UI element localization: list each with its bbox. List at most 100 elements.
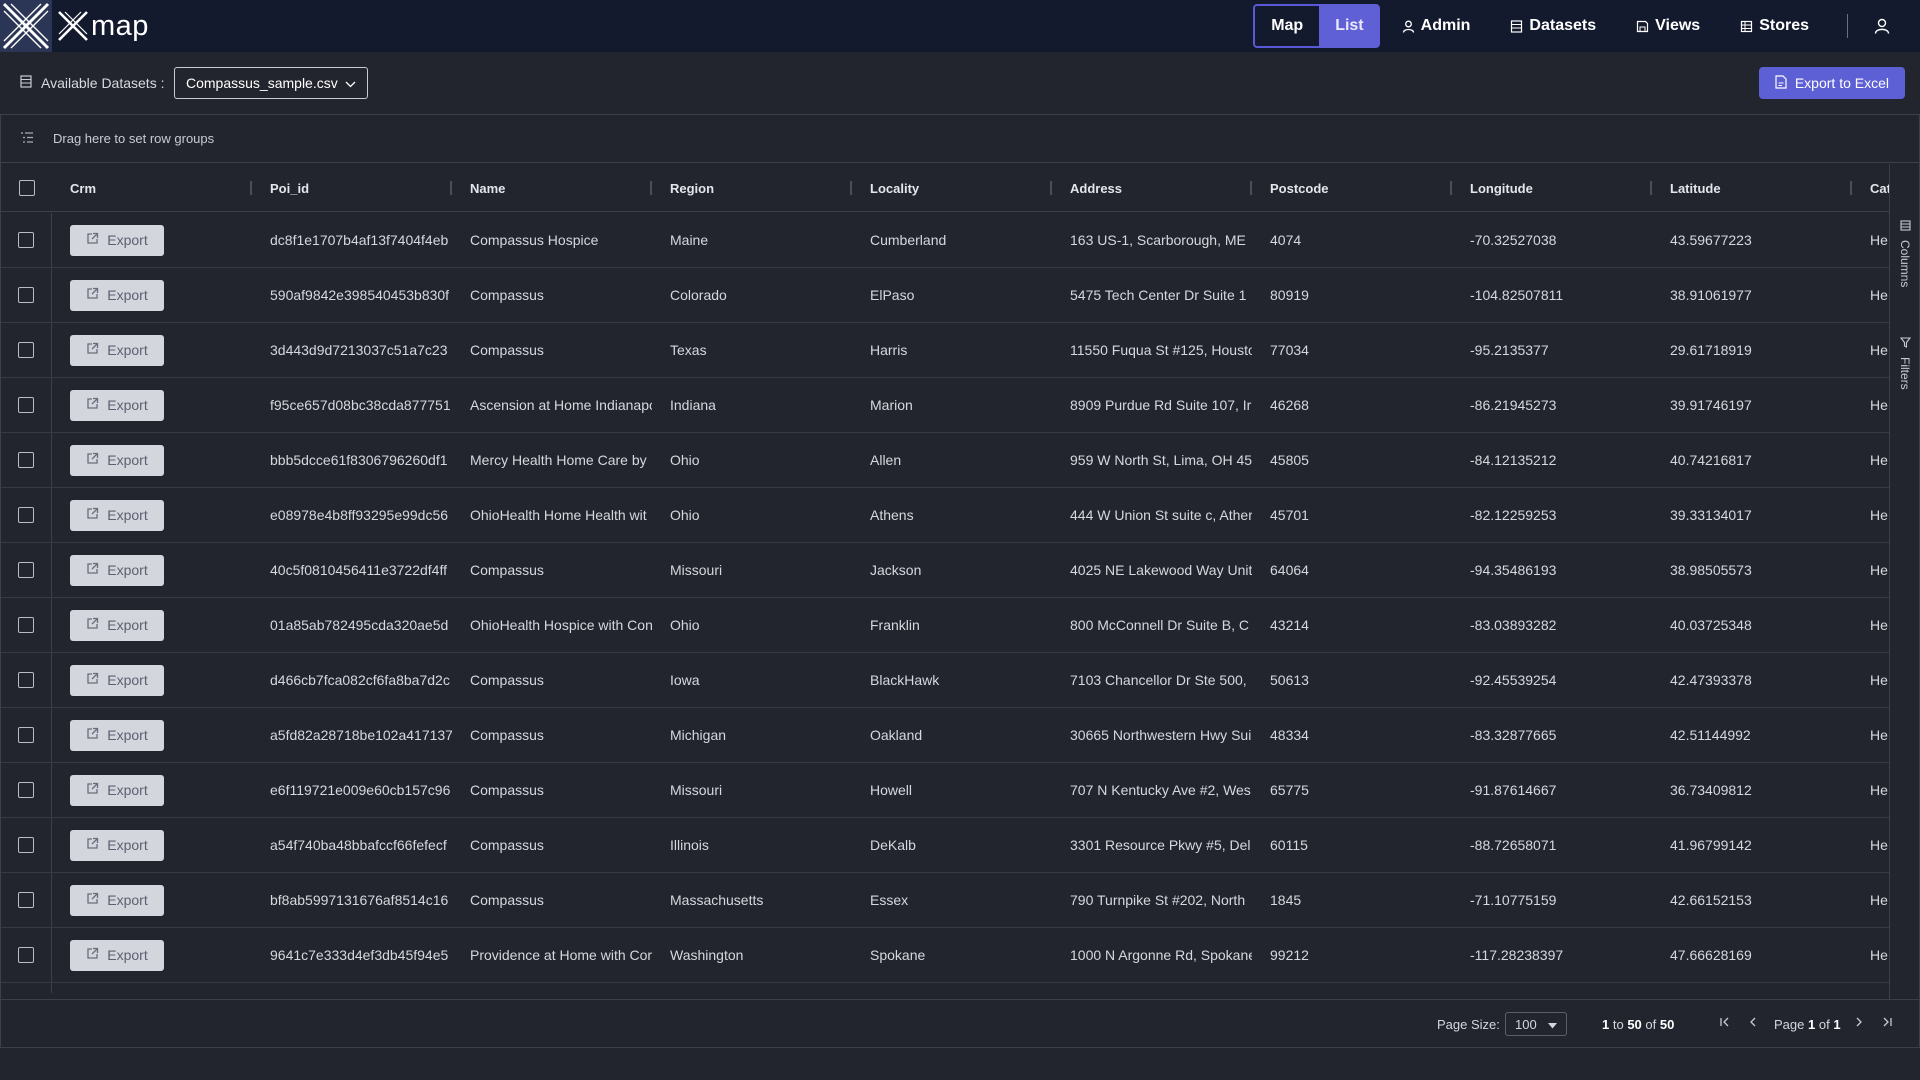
latitude-cell: 39.91746197 xyxy=(1670,397,1752,413)
row-export-button[interactable]: Export xyxy=(70,664,164,696)
column-header-locality[interactable]: Locality xyxy=(852,164,1052,212)
row-checkbox[interactable] xyxy=(18,892,34,908)
row-checkbox[interactable] xyxy=(18,947,34,963)
column-header-address[interactable]: Address xyxy=(1052,164,1252,212)
column-header-name[interactable]: Name xyxy=(452,164,652,212)
region-cell: Massachusetts xyxy=(670,892,764,908)
table-row[interactable]: Export 590af9842e398540453b830f Compassus C… xyxy=(1,268,1889,323)
column-header-longitude[interactable]: Longitude xyxy=(1452,164,1652,212)
poi-id-cell: 9641c7e333d4ef3db45f94e5 xyxy=(270,947,449,963)
row-checkbox[interactable] xyxy=(18,232,34,248)
table-row[interactable]: Export bf8ab5997131676af8514c16 Compassus M… xyxy=(1,873,1889,928)
row-checkbox[interactable] xyxy=(18,617,34,633)
table-row[interactable]: Export bbb5dcce61f8306796260df1 Mercy Heal… xyxy=(1,433,1889,488)
row-checkbox[interactable] xyxy=(18,562,34,578)
row-export-button[interactable]: Export xyxy=(70,939,164,971)
row-checkbox[interactable] xyxy=(18,287,34,303)
list-view-button[interactable]: List xyxy=(1319,4,1380,48)
row-export-button[interactable]: Export xyxy=(70,224,164,256)
row-export-button[interactable]: Export xyxy=(70,609,164,641)
nav-admin[interactable]: Admin xyxy=(1402,17,1470,35)
previous-page-icon[interactable] xyxy=(1747,1016,1759,1028)
row-checkbox[interactable] xyxy=(18,782,34,798)
map-view-button[interactable]: Map xyxy=(1253,4,1320,48)
row-groups-icon xyxy=(20,131,34,146)
page-size-select[interactable]: 100 xyxy=(1505,1012,1567,1036)
last-page-icon[interactable] xyxy=(1881,1016,1893,1028)
dataset-toolbar: Available Datasets : Compassus_sample.cs… xyxy=(0,52,1920,114)
external-link-icon xyxy=(86,617,99,633)
postcode-cell: 80919 xyxy=(1270,287,1309,303)
row-export-button[interactable]: Export xyxy=(70,884,164,916)
page-count: 1 xyxy=(1833,1017,1841,1032)
row-export-button[interactable]: Export xyxy=(70,774,164,806)
main-nav: Map List Admin Datasets Views Stores xyxy=(1253,0,1920,52)
row-export-button[interactable]: Export xyxy=(70,829,164,861)
postcode-cell: 45701 xyxy=(1270,507,1309,523)
table-row[interactable]: Export xyxy=(1,983,1889,993)
row-select-cell xyxy=(1,488,52,542)
table-icon xyxy=(20,75,32,91)
name-cell: OhioHealth Hospice with Con xyxy=(470,617,652,633)
external-link-icon xyxy=(86,727,99,743)
table-row[interactable]: Export 01a85ab782495cda320ae5d OhioHealth … xyxy=(1,598,1889,653)
row-checkbox[interactable] xyxy=(18,837,34,853)
next-page-icon[interactable] xyxy=(1853,1016,1865,1028)
row-checkbox[interactable] xyxy=(18,507,34,523)
cat-cell: He xyxy=(1870,397,1888,413)
table-row[interactable]: Export e08978e4b8ff93295e99dc56 OhioHealth… xyxy=(1,488,1889,543)
filters-panel-tab[interactable]: Filters xyxy=(1890,337,1919,390)
poi-id-cell: d466cb7fca082cf6fa8ba7d2c xyxy=(270,672,450,688)
column-header-region[interactable]: Region xyxy=(652,164,852,212)
table-row[interactable]: Export 40c5f0810456411e3722df4ff Compassus… xyxy=(1,543,1889,598)
locality-cell: Allen xyxy=(870,452,902,468)
first-page-icon[interactable] xyxy=(1719,1016,1731,1028)
row-checkbox[interactable] xyxy=(18,672,34,688)
column-header-postcode[interactable]: Postcode xyxy=(1252,164,1452,212)
row-export-button[interactable]: Export xyxy=(70,719,164,751)
row-group-drop-zone[interactable]: Drag here to set row groups xyxy=(1,115,1919,163)
table-row[interactable]: Export e6f119721e009e60cb157c96 Compassus M… xyxy=(1,763,1889,818)
columns-panel-tab[interactable]: Columns xyxy=(1890,220,1919,287)
name-cell: OhioHealth Home Health wit xyxy=(470,507,647,523)
table-row[interactable]: Export f95ce657d08bc38cda877751 Ascension … xyxy=(1,378,1889,433)
table-row[interactable]: Export d466cb7fca082cf6fa8ba7d2c Compassus… xyxy=(1,653,1889,708)
select-all-checkbox[interactable] xyxy=(18,179,35,196)
row-export-button[interactable]: Export xyxy=(70,499,164,531)
column-header-poi-id[interactable]: Poi_id xyxy=(252,164,452,212)
logo-mark[interactable] xyxy=(0,0,52,52)
table-row[interactable]: Export 3d443d9d7213037c51a7c23 Compassus Te… xyxy=(1,323,1889,378)
nav-stores[interactable]: Stores xyxy=(1740,17,1809,35)
account-icon[interactable] xyxy=(1874,18,1890,34)
row-checkbox[interactable] xyxy=(18,397,34,413)
row-export-button[interactable]: Export xyxy=(70,279,164,311)
row-export-button[interactable]: Export xyxy=(70,554,164,586)
dataset-select[interactable]: Compassus_sample.csv xyxy=(174,67,368,99)
cat-cell: He xyxy=(1870,452,1888,468)
crm-cell: Export xyxy=(52,433,252,487)
row-checkbox[interactable] xyxy=(18,342,34,358)
row-select-cell xyxy=(1,873,52,927)
export-to-excel-button[interactable]: Export to Excel xyxy=(1758,67,1905,99)
row-checkbox[interactable] xyxy=(18,452,34,468)
grid-body: Export dc8f1e1707b4af13f7404f4eb Compassus… xyxy=(1,213,1889,993)
row-checkbox[interactable] xyxy=(18,727,34,743)
nav-datasets[interactable]: Datasets xyxy=(1510,17,1596,35)
table-row[interactable]: Export a5fd82a28718be102a417137 Compassus M… xyxy=(1,708,1889,763)
row-select-cell xyxy=(1,543,52,597)
column-header-latitude[interactable]: Latitude xyxy=(1652,164,1852,212)
data-grid: Drag here to set row groups Crm Poi_id N… xyxy=(0,114,1920,1048)
row-export-button[interactable]: Export xyxy=(70,444,164,476)
table-row[interactable]: Export dc8f1e1707b4af13f7404f4eb Compassus… xyxy=(1,213,1889,268)
column-header-cat[interactable]: Cat xyxy=(1852,164,1889,212)
external-link-icon xyxy=(86,507,99,523)
external-link-icon xyxy=(86,562,99,578)
row-export-button[interactable]: Export xyxy=(70,334,164,366)
column-header-crm[interactable]: Crm xyxy=(52,164,252,212)
row-export-button[interactable]: Export xyxy=(70,389,164,421)
brand-logo[interactable]: map xyxy=(56,9,149,43)
row-export-label: Export xyxy=(107,837,148,853)
nav-views[interactable]: Views xyxy=(1636,17,1700,35)
table-row[interactable]: Export a54f740ba48bbafccf66fefecf Compassu… xyxy=(1,818,1889,873)
table-row[interactable]: Export 9641c7e333d4ef3db45f94e5 Providence… xyxy=(1,928,1889,983)
